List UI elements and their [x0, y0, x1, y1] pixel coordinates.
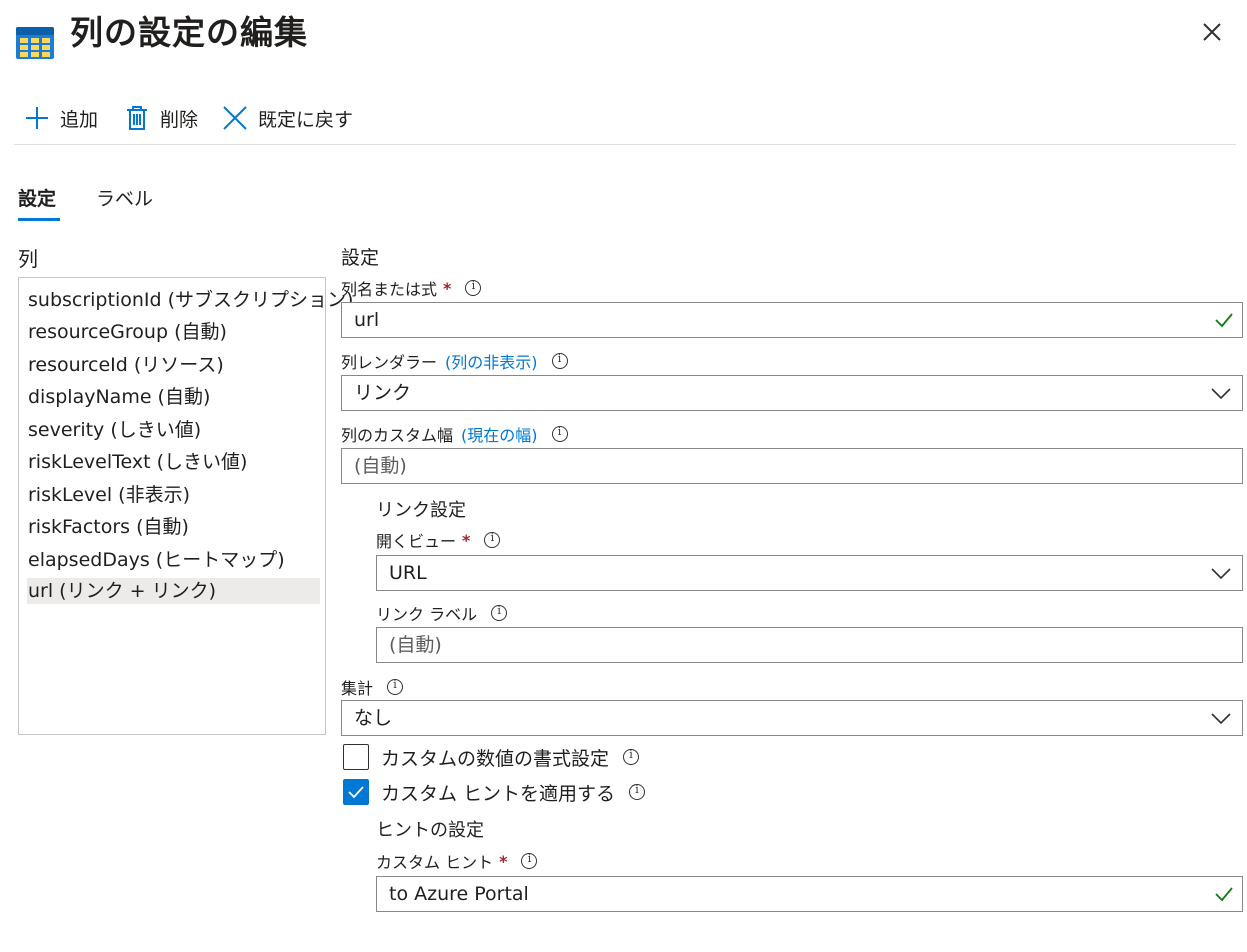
close-x-icon: [223, 106, 247, 130]
info-icon[interactable]: [387, 678, 404, 695]
link-label-label-text: リンク ラベル: [376, 605, 478, 624]
list-item[interactable]: severity (しきい値): [27, 417, 320, 443]
aggregation-label: 集計: [341, 675, 404, 699]
info-icon[interactable]: [484, 531, 501, 548]
custom-number-format-label: カスタムの数値の書式設定: [381, 744, 640, 770]
link-label-label: リンク ラベル: [376, 601, 508, 625]
delete-button[interactable]: 削除: [124, 100, 198, 136]
list-item[interactable]: resourceGroup (自動): [27, 319, 320, 345]
column-name-input[interactable]: url: [341, 302, 1243, 338]
required-mark: *: [443, 278, 452, 298]
info-icon[interactable]: [551, 352, 568, 369]
required-mark: *: [499, 851, 508, 871]
columns-heading: 列: [18, 247, 38, 271]
aggregation-select[interactable]: なし: [341, 700, 1243, 736]
custom-number-format-label-text: カスタムの数値の書式設定: [381, 747, 610, 770]
open-view-value: URL: [389, 562, 427, 584]
list-item[interactable]: displayName (自動): [27, 384, 320, 410]
custom-hint-label-text: カスタム ヒントを適用する: [381, 782, 616, 805]
renderer-value: リンク: [354, 382, 412, 404]
info-icon[interactable]: [465, 279, 482, 296]
open-view-label: 開くビュー *: [376, 528, 501, 552]
aggregation-label-text: 集計: [341, 679, 374, 698]
columns-list[interactable]: subscriptionId (サブスクリプション) resourceGroup…: [18, 277, 353, 735]
open-view-select[interactable]: URL: [376, 555, 1243, 591]
info-icon[interactable]: [551, 425, 568, 442]
info-icon[interactable]: [521, 852, 538, 869]
custom-hint-field-label: カスタム ヒント *: [376, 849, 538, 873]
checkmark-icon: [1215, 313, 1233, 328]
checkmark-icon: [1215, 887, 1233, 902]
column-name-label-text: 列名または式: [341, 280, 438, 299]
link-label-placeholder: (自動): [389, 634, 442, 656]
list-item[interactable]: elapsedDays (ヒートマップ): [27, 547, 320, 573]
settings-heading: 設定: [341, 247, 380, 269]
list-item[interactable]: subscriptionId (サブスクリプション): [27, 287, 353, 313]
plus-icon: [26, 107, 48, 129]
custom-width-label: 列のカスタム幅 (現在の幅): [341, 422, 568, 446]
reset-button[interactable]: 既定に戻す: [222, 100, 353, 136]
info-icon[interactable]: [491, 604, 508, 621]
toolbar-divider: [14, 144, 1236, 145]
custom-hint-field-label-text: カスタム ヒント: [376, 853, 494, 872]
hint-settings-heading: ヒントの設定: [376, 820, 484, 841]
custom-hint-input[interactable]: to Azure Portal: [376, 876, 1243, 912]
column-name-label: 列名または式 *: [341, 276, 482, 300]
aggregation-value: なし: [354, 707, 393, 729]
reset-button-label: 既定に戻す: [258, 108, 354, 131]
tab-settings[interactable]: 設定: [18, 184, 56, 211]
custom-width-placeholder: (自動): [354, 455, 407, 477]
add-button[interactable]: 追加: [24, 100, 98, 136]
renderer-label: 列レンダラー (列の非表示): [341, 349, 568, 373]
add-button-label: 追加: [60, 108, 99, 131]
link-label-input[interactable]: (自動): [376, 627, 1243, 663]
renderer-label-text: 列レンダラー: [341, 353, 438, 372]
current-width-link[interactable]: (現在の幅): [461, 422, 538, 446]
link-settings-heading: リンク設定: [376, 500, 466, 521]
tab-labels[interactable]: ラベル: [96, 184, 153, 211]
checkmark-icon: [348, 786, 364, 799]
grid-table-icon: [16, 27, 54, 59]
trash-icon: [127, 106, 147, 130]
custom-width-label-text: 列のカスタム幅: [341, 426, 454, 445]
info-icon[interactable]: [623, 748, 640, 765]
custom-hint-value: to Azure Portal: [389, 883, 529, 905]
renderer-select[interactable]: リンク: [341, 375, 1243, 411]
required-mark: *: [462, 530, 471, 550]
open-view-label-text: 開くビュー: [376, 532, 457, 551]
info-icon[interactable]: [629, 783, 646, 800]
chevron-down-icon: [1211, 713, 1231, 725]
custom-number-format-checkbox[interactable]: [343, 744, 369, 770]
custom-hint-label: カスタム ヒントを適用する: [381, 779, 646, 805]
list-item[interactable]: riskFactors (自動): [27, 514, 320, 540]
list-item-selected[interactable]: url (リンク + リンク): [27, 578, 320, 604]
list-item[interactable]: resourceId (リソース): [27, 352, 320, 378]
chevron-down-icon: [1211, 388, 1231, 400]
chevron-down-icon: [1211, 568, 1231, 580]
hide-column-link[interactable]: (列の非表示): [445, 349, 538, 373]
list-item[interactable]: riskLevel (非表示): [27, 482, 320, 508]
column-name-value: url: [354, 309, 380, 331]
close-icon[interactable]: [1198, 18, 1226, 46]
list-item[interactable]: riskLevelText (しきい値): [27, 449, 320, 475]
page-title: 列の設定の編集: [70, 13, 308, 52]
delete-button-label: 削除: [160, 108, 199, 131]
custom-hint-checkbox[interactable]: [343, 779, 369, 805]
active-tab-indicator: [18, 218, 60, 221]
custom-width-input[interactable]: (自動): [341, 448, 1243, 484]
